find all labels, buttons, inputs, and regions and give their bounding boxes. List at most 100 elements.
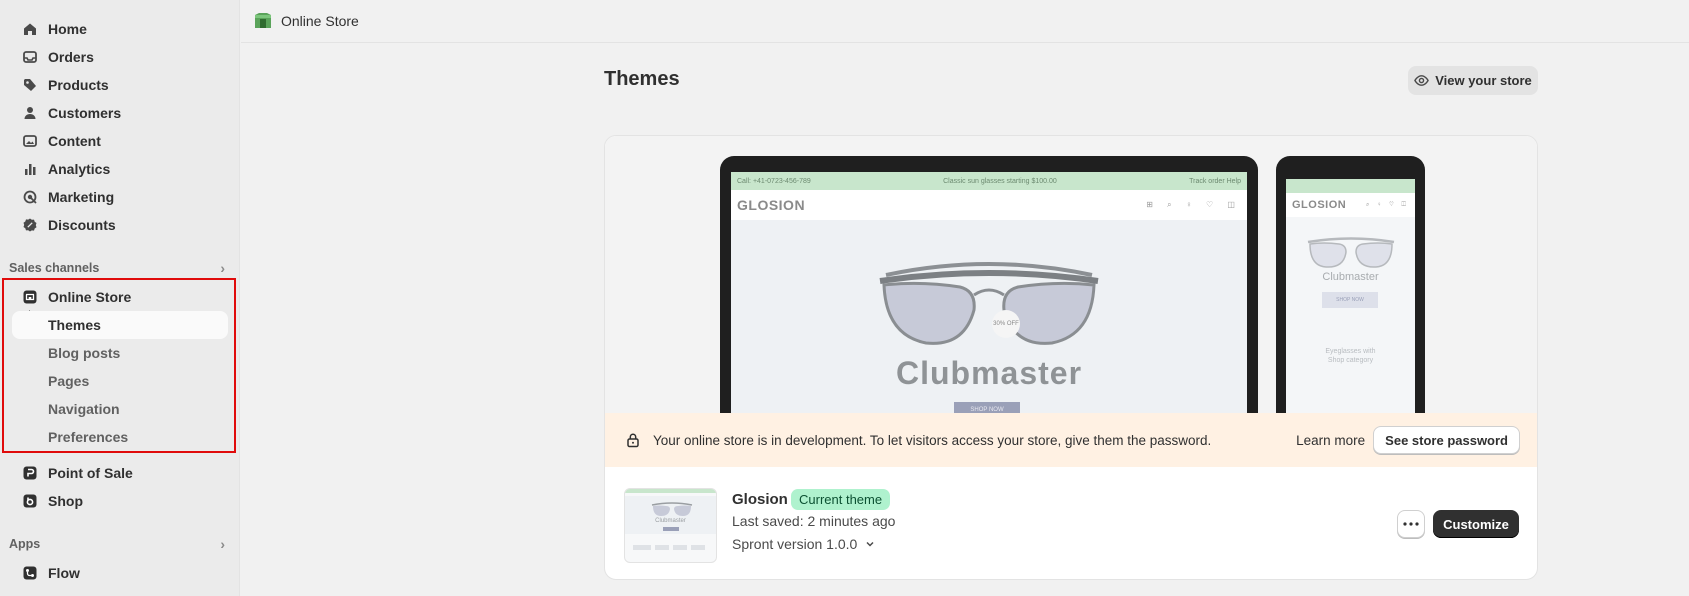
theme-version-dropdown[interactable]: Spront version 1.0.0 <box>732 536 875 552</box>
sidebar-item-home[interactable]: Home <box>12 15 228 43</box>
sidebar-item-label: Content <box>48 133 101 149</box>
sidebar-subitem-label: Themes <box>48 317 101 333</box>
customize-button[interactable]: Customize <box>1433 510 1519 538</box>
sidebar-item-label: Home <box>48 21 87 37</box>
sidebar-item-label: Customers <box>48 105 122 121</box>
mobile-sunglasses-image <box>1307 237 1395 268</box>
announcement-bar: Call: +41-0723-456-789 Classic sun glass… <box>731 172 1247 190</box>
sidebar-item-label: Point of Sale <box>48 465 133 481</box>
thumb-announcement-bar <box>625 489 716 493</box>
home-icon <box>20 19 40 39</box>
desktop-mockup: Call: +41-0723-456-789 Classic sun glass… <box>720 156 1258 413</box>
hero-title: Clubmaster <box>895 355 1083 391</box>
thumb-product <box>691 545 705 550</box>
sidebar-item-discounts[interactable]: Discounts <box>12 211 228 239</box>
thumb-hero-title: Clubmaster <box>655 518 686 524</box>
inbox-icon <box>20 47 40 67</box>
see-store-password-button[interactable]: See store password <box>1373 426 1520 454</box>
theme-version-label: Spront version 1.0.0 <box>732 536 858 552</box>
development-banner: Your online store is in development. To … <box>605 413 1537 467</box>
sidebar-subitem-label: Pages <box>48 373 90 389</box>
current-theme-badge: Current theme <box>791 489 891 510</box>
tag-icon <box>20 75 40 95</box>
store-icon <box>20 287 40 307</box>
discount-icon <box>20 215 40 235</box>
theme-thumbnail[interactable]: Clubmaster <box>624 488 717 563</box>
discount-badge: 30% OFF <box>992 310 1020 338</box>
mobile-screen: GLOSION ⌕ ♀ ♡ ◫ Clubmaster SHOP NOW Eyeg… <box>1286 179 1415 413</box>
sidebar-item-themes[interactable]: Themes <box>12 311 228 339</box>
chevron-right-icon: › <box>220 536 225 552</box>
view-store-label: View your store <box>1435 73 1532 88</box>
sidebar-item-content[interactable]: Content <box>12 127 228 155</box>
view-store-button[interactable]: View your store <box>1408 66 1538 95</box>
mobile-category-line1: Eyeglasses with <box>1325 348 1376 355</box>
mobile-hero-title: Clubmaster <box>1322 271 1379 283</box>
sidebar: Home Orders Products Customers Content A… <box>0 0 240 596</box>
sidebar-item-label: Orders <box>48 49 94 65</box>
last-saved-text: Last saved: 2 minutes ago <box>732 513 896 529</box>
apps-heading[interactable]: Apps › <box>9 534 227 554</box>
site-header: GLOSION ⊞ ⌕ ♀ ♡ ◫ <box>731 190 1247 220</box>
sidebar-item-products[interactable]: Products <box>12 71 228 99</box>
topbar-title: Online Store <box>281 13 359 29</box>
image-icon <box>20 131 40 151</box>
page-title: Themes <box>604 68 680 90</box>
sidebar-item-online-store[interactable]: Online Store <box>12 283 228 311</box>
mobile-shop-button: SHOP NOW <box>1322 292 1378 308</box>
sidebar-item-label: Marketing <box>48 189 115 205</box>
sidebar-item-label: Discounts <box>48 217 116 233</box>
sales-channels-label: Sales channels <box>9 261 100 275</box>
hero-shop-button: SHOP NOW <box>954 402 1020 413</box>
sidebar-item-flow[interactable]: Flow <box>12 559 228 587</box>
sidebar-item-preferences[interactable]: Preferences <box>12 423 228 451</box>
eye-icon <box>1414 75 1430 86</box>
shop-icon <box>20 491 40 511</box>
sidebar-item-customers[interactable]: Customers <box>12 99 228 127</box>
mobile-site-header: GLOSION ⌕ ♀ ♡ ◫ <box>1286 193 1415 217</box>
target-icon <box>20 187 40 207</box>
theme-name: Glosion <box>732 491 788 508</box>
announcement-left: Call: +41-0723-456-789 <box>737 177 811 185</box>
sidebar-item-label: Online Store <box>48 289 132 305</box>
thumb-sunglasses-image <box>651 502 693 516</box>
site-logo: GLOSION <box>737 197 806 213</box>
sidebar-item-label: Products <box>48 77 109 93</box>
sidebar-subitem-label: Navigation <box>48 401 120 417</box>
sidebar-subitem-label: Preferences <box>48 429 129 445</box>
desktop-screen: Call: +41-0723-456-789 Classic sun glass… <box>731 172 1247 413</box>
sidebar-item-label: Shop <box>48 493 83 509</box>
top-bar: Online Store <box>241 0 1689 43</box>
online-store-logo-icon <box>253 11 273 31</box>
chevron-right-icon: › <box>220 260 225 276</box>
site-header-icons: ⊞ ⌕ ♀ ♡ ◫ <box>1146 200 1241 209</box>
person-icon <box>20 103 40 123</box>
pos-icon <box>20 463 40 483</box>
mobile-category-line2: Shop category <box>1327 357 1374 364</box>
thumb-product <box>673 545 687 550</box>
mobile-category-text: Eyeglasses with Shop category <box>1286 347 1415 365</box>
theme-card: Call: +41-0723-456-789 Classic sun glass… <box>604 135 1538 580</box>
lock-icon <box>625 432 641 448</box>
sidebar-item-blog-posts[interactable]: Blog posts <box>12 339 228 367</box>
sales-channels-heading[interactable]: Sales channels › <box>9 258 227 278</box>
more-actions-button[interactable] <box>1397 510 1425 538</box>
sidebar-item-navigation[interactable]: Navigation <box>12 395 228 423</box>
hero-banner: 30% OFF Clubmaster SHOP NOW <box>731 220 1247 413</box>
ellipsis-icon <box>1403 522 1419 526</box>
sidebar-item-orders[interactable]: Orders <box>12 43 228 71</box>
chevron-down-icon <box>866 541 874 547</box>
sunglasses-image <box>879 262 1099 345</box>
theme-preview[interactable]: Call: +41-0723-456-789 Classic sun glass… <box>605 136 1537 413</box>
bar-chart-icon <box>20 159 40 179</box>
thumb-product <box>633 545 651 550</box>
banner-message: Your online store is in development. To … <box>653 432 1212 448</box>
announcement-center: Classic sun glasses starting $100.00 <box>943 177 1057 185</box>
learn-more-link[interactable]: Learn more <box>1296 433 1365 448</box>
sidebar-item-marketing[interactable]: Marketing <box>12 183 228 211</box>
sidebar-item-analytics[interactable]: Analytics <box>12 155 228 183</box>
sidebar-item-pages[interactable]: Pages <box>12 367 228 395</box>
sidebar-item-shop[interactable]: Shop <box>12 487 228 515</box>
flow-icon <box>20 563 40 583</box>
sidebar-item-point-of-sale[interactable]: Point of Sale <box>12 459 228 487</box>
